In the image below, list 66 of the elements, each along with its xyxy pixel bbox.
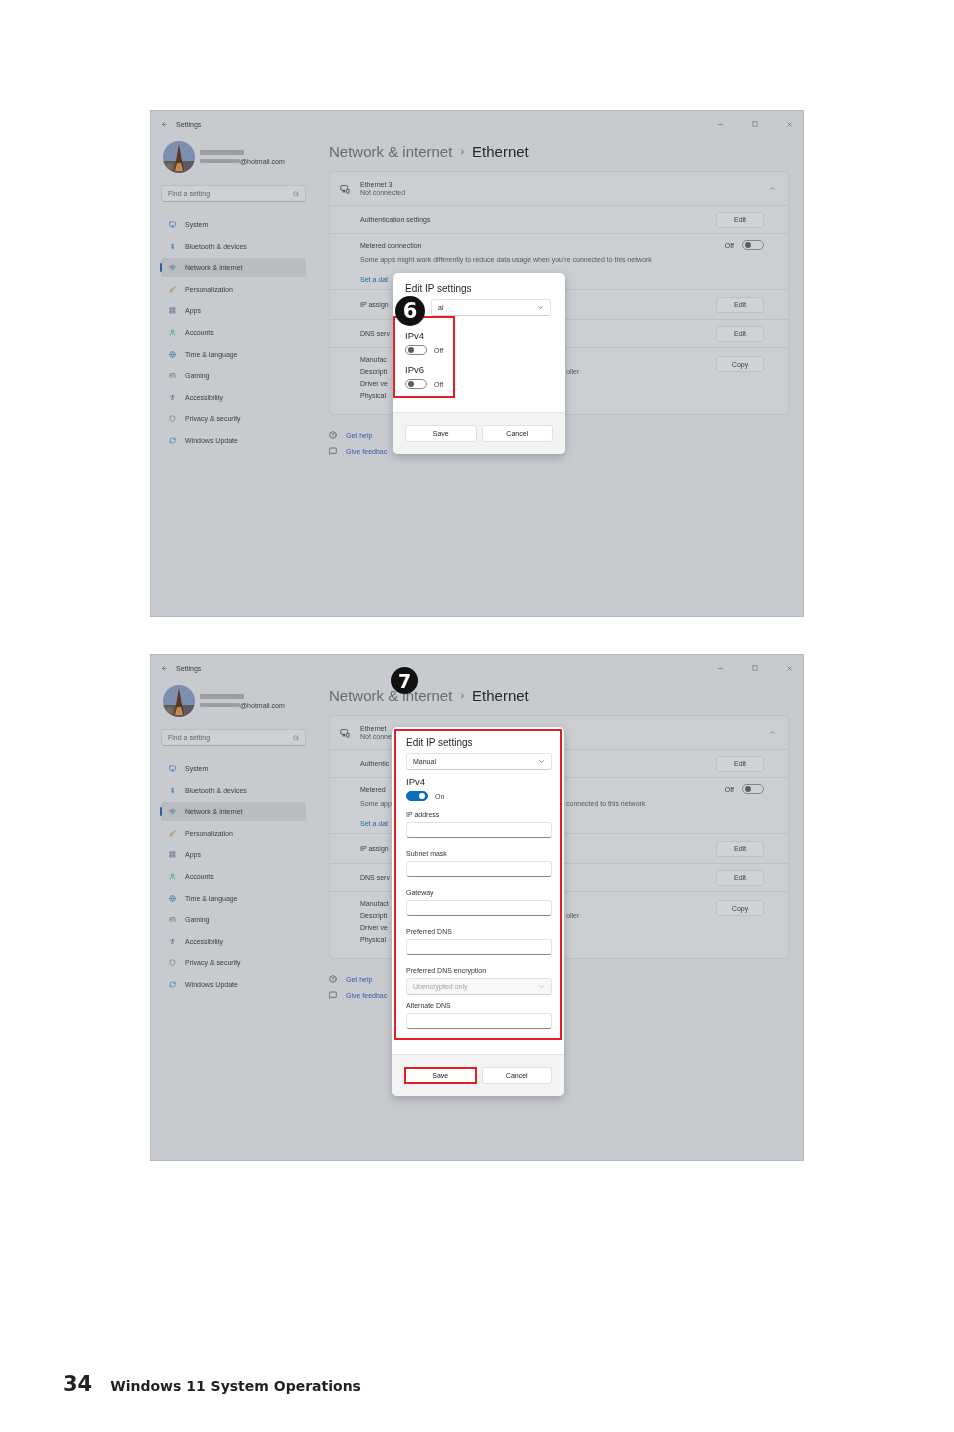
maximize-icon[interactable] <box>752 665 758 671</box>
monitor-icon <box>169 221 176 228</box>
chevron-down-icon <box>538 983 545 990</box>
chevron-up-icon[interactable] <box>769 185 776 192</box>
wifi-icon <box>169 808 176 816</box>
close-icon[interactable] <box>786 664 793 672</box>
page-number: 34 <box>63 1372 93 1396</box>
blurred-name <box>200 159 240 163</box>
help-icon <box>329 975 337 983</box>
bluetooth-icon <box>169 786 176 794</box>
bluetooth-icon <box>169 242 176 250</box>
input-field[interactable] <box>406 1013 552 1029</box>
breadcrumb-separator: › <box>460 145 465 157</box>
monitor-icon <box>340 183 350 194</box>
toggle-switch[interactable] <box>742 240 764 251</box>
toggle-switch[interactable] <box>406 791 428 801</box>
section-heading: IPv6 <box>405 364 424 375</box>
wifi-icon <box>169 264 176 272</box>
blurred-name <box>200 149 244 155</box>
shield-icon <box>169 415 176 423</box>
help-icon <box>329 431 337 439</box>
input-field[interactable] <box>406 939 552 955</box>
close-icon[interactable] <box>786 120 793 128</box>
refresh-icon <box>169 980 176 988</box>
blurred-name <box>200 693 244 699</box>
breadcrumb-separator: › <box>460 689 465 701</box>
input-field[interactable] <box>406 900 552 916</box>
back-icon[interactable] <box>161 664 168 672</box>
shield-icon <box>169 959 176 967</box>
grid-icon <box>169 307 176 315</box>
blurred-name <box>200 703 240 707</box>
back-icon[interactable] <box>161 120 168 128</box>
person-icon <box>169 328 176 336</box>
search-icon <box>293 734 299 741</box>
toggle-switch[interactable] <box>742 784 764 795</box>
chevron-down-icon <box>538 758 545 765</box>
brush-icon <box>169 285 176 293</box>
section-heading: IPv4 <box>405 330 424 341</box>
gamepad-icon <box>169 372 176 380</box>
globe-icon <box>169 894 176 902</box>
monitor-icon <box>169 765 176 772</box>
section-title: Windows 11 System Operations <box>110 1378 361 1394</box>
toggle-switch[interactable] <box>405 345 427 355</box>
chevron-up-icon[interactable] <box>769 729 776 736</box>
dialog-title: Edit IP settings <box>406 737 473 748</box>
feedback-icon <box>329 447 337 455</box>
person-icon <box>169 393 176 401</box>
monitor-icon <box>340 727 350 738</box>
toggle-switch[interactable] <box>405 379 427 389</box>
gamepad-icon <box>169 916 176 924</box>
dialog-title: Edit IP settings <box>405 283 472 294</box>
feedback-icon <box>329 991 337 999</box>
page-title: Ethernet <box>472 142 529 160</box>
person-icon <box>169 937 176 945</box>
input-field[interactable] <box>406 861 552 877</box>
page-title: Ethernet <box>472 686 529 704</box>
person-icon <box>169 872 176 880</box>
maximize-icon[interactable] <box>752 121 758 127</box>
globe-icon <box>169 350 176 358</box>
section-heading: IPv4 <box>406 776 425 787</box>
search-icon <box>293 190 299 197</box>
chevron-down-icon <box>537 304 544 311</box>
grid-icon <box>169 851 176 859</box>
refresh-icon <box>169 436 176 444</box>
input-field[interactable] <box>406 822 552 838</box>
brush-icon <box>169 829 176 837</box>
